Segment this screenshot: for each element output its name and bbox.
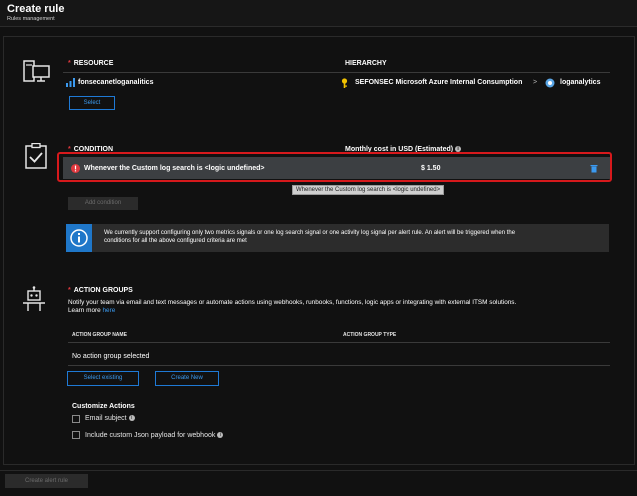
empty-table-row: No action group selected xyxy=(72,353,150,360)
custom-json-checkbox[interactable] xyxy=(72,431,80,439)
create-alert-rule-button[interactable]: Create alert rule xyxy=(5,474,88,488)
subscription-name: SEFONSEC Microsoft Azure Internal Consum… xyxy=(355,79,523,86)
key-icon xyxy=(340,78,349,90)
info-icon: i xyxy=(128,415,135,422)
column-header-type: ACTION GROUP TYPE xyxy=(343,332,397,338)
column-header-name: ACTION GROUP NAME xyxy=(72,332,127,338)
resource-icon xyxy=(23,60,51,84)
custom-json-label: Include custom Json payload for webhook … xyxy=(85,432,224,439)
condition-tooltip: Whenever the Custom log search is <logic… xyxy=(292,185,445,195)
divider xyxy=(68,365,610,366)
select-resource-button[interactable]: Select xyxy=(69,96,115,110)
condition-cost: $ 1.50 xyxy=(421,165,441,172)
info-banner: We currently support configuring only tw… xyxy=(66,224,609,252)
hierarchy-heading: HIERARCHY xyxy=(345,60,387,67)
robot-icon xyxy=(22,286,46,312)
breadcrumb: Rules management xyxy=(7,16,55,22)
customize-actions-heading: Customize Actions xyxy=(72,403,135,410)
trash-icon[interactable] xyxy=(590,164,598,175)
divider xyxy=(63,72,610,73)
create-new-button[interactable]: Create New xyxy=(155,371,219,386)
email-subject-checkbox[interactable] xyxy=(72,415,80,423)
blade-footer xyxy=(0,470,637,496)
resource-heading: * RESOURCE xyxy=(68,60,114,67)
info-text: We currently support configuring only tw… xyxy=(104,230,516,244)
condition-text[interactable]: Whenever the Custom log search is <logic… xyxy=(84,165,264,172)
info-banner-icon xyxy=(66,224,92,252)
action-groups-heading: * ACTION GROUPS xyxy=(68,287,133,294)
workspace-icon xyxy=(545,78,555,90)
learn-more-link[interactable]: here xyxy=(102,307,115,314)
blade-header xyxy=(0,0,637,27)
workspace-name: loganalytics xyxy=(560,79,601,86)
email-subject-label: Email subject i xyxy=(85,415,135,422)
add-condition-button[interactable]: Add condition xyxy=(68,197,138,210)
resource-type-icon xyxy=(66,78,75,89)
clipboard-check-icon xyxy=(25,143,49,169)
action-groups-description: Notify your team via email and text mess… xyxy=(68,299,517,314)
error-icon xyxy=(71,164,80,175)
page-title: Create rule xyxy=(7,3,65,15)
info-icon: i xyxy=(217,432,224,439)
resource-name: fonsecanetloganalitics xyxy=(78,79,154,86)
divider xyxy=(68,342,610,343)
select-existing-button[interactable]: Select existing xyxy=(67,371,139,386)
chevron-right-icon: > xyxy=(533,79,538,86)
